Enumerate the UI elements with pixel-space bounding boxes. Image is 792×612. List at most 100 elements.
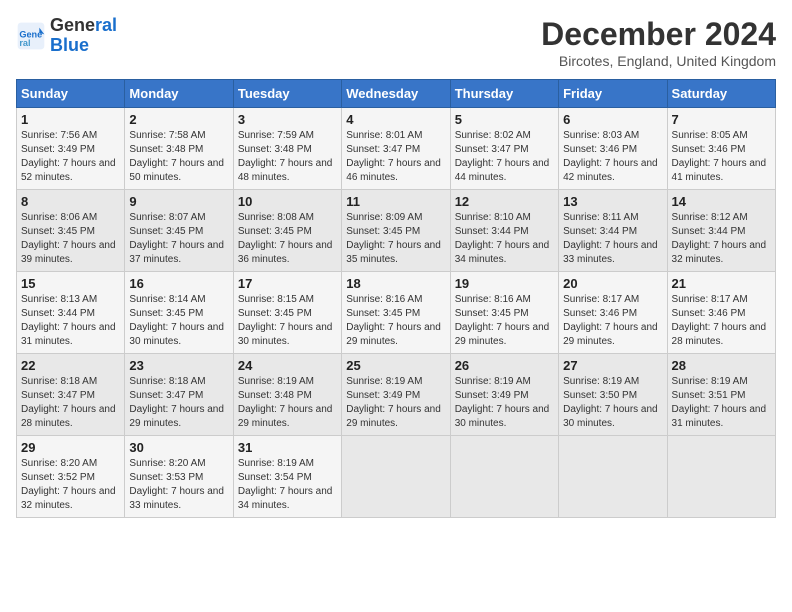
day-of-week-header: Monday <box>125 80 233 108</box>
calendar-week-row: 29 Sunrise: 8:20 AMSunset: 3:52 PMDayligh… <box>17 436 776 518</box>
calendar-week-row: 22 Sunrise: 8:18 AMSunset: 3:47 PMDayligh… <box>17 354 776 436</box>
day-number: 12 <box>455 194 554 209</box>
day-number: 9 <box>129 194 228 209</box>
day-detail: Sunrise: 7:56 AMSunset: 3:49 PMDaylight:… <box>21 130 116 183</box>
page-header: Gene ral General Blue December 2024 Birc… <box>16 16 776 69</box>
day-detail: Sunrise: 8:14 AMSunset: 3:45 PMDaylight:… <box>129 294 224 347</box>
calendar-day-cell: 3 Sunrise: 7:59 AMSunset: 3:48 PMDaylight… <box>233 108 341 190</box>
calendar-day-cell: 12 Sunrise: 8:10 AMSunset: 3:44 PMDayligh… <box>450 190 558 272</box>
day-detail: Sunrise: 8:03 AMSunset: 3:46 PMDaylight:… <box>563 130 658 183</box>
calendar-day-cell: 24 Sunrise: 8:19 AMSunset: 3:48 PMDayligh… <box>233 354 341 436</box>
day-detail: Sunrise: 8:07 AMSunset: 3:45 PMDaylight:… <box>129 212 224 265</box>
calendar-day-cell: 25Sunrise: 8:19 AMSunset: 3:49 PMDayligh… <box>342 354 450 436</box>
calendar-day-cell: 11Sunrise: 8:09 AMSunset: 3:45 PMDayligh… <box>342 190 450 272</box>
day-of-week-header: Tuesday <box>233 80 341 108</box>
day-detail: Sunrise: 8:19 AMSunset: 3:49 PMDaylight:… <box>346 376 441 429</box>
day-number: 7 <box>672 112 771 127</box>
day-detail: Sunrise: 8:19 AMSunset: 3:49 PMDaylight:… <box>455 376 550 429</box>
calendar-week-row: 1 Sunrise: 7:56 AMSunset: 3:49 PMDaylight… <box>17 108 776 190</box>
day-number: 20 <box>563 276 662 291</box>
day-detail: Sunrise: 8:10 AMSunset: 3:44 PMDaylight:… <box>455 212 550 265</box>
day-detail: Sunrise: 8:20 AMSunset: 3:52 PMDaylight:… <box>21 458 116 511</box>
day-number: 19 <box>455 276 554 291</box>
day-number: 30 <box>129 440 228 455</box>
day-number: 28 <box>672 358 771 373</box>
day-detail: Sunrise: 8:19 AMSunset: 3:48 PMDaylight:… <box>238 376 333 429</box>
calendar-day-cell: 26 Sunrise: 8:19 AMSunset: 3:49 PMDayligh… <box>450 354 558 436</box>
calendar-day-cell: 20 Sunrise: 8:17 AMSunset: 3:46 PMDayligh… <box>559 272 667 354</box>
title-block: December 2024 Bircotes, England, United … <box>541 16 776 69</box>
day-number: 16 <box>129 276 228 291</box>
calendar-table: SundayMondayTuesdayWednesdayThursdayFrid… <box>16 79 776 518</box>
calendar-day-cell: 15 Sunrise: 8:13 AMSunset: 3:44 PMDayligh… <box>17 272 125 354</box>
svg-text:ral: ral <box>19 38 30 48</box>
day-detail: Sunrise: 8:13 AMSunset: 3:44 PMDaylight:… <box>21 294 116 347</box>
calendar-body: 1 Sunrise: 7:56 AMSunset: 3:49 PMDaylight… <box>17 108 776 518</box>
day-number: 27 <box>563 358 662 373</box>
logo-icon: Gene ral <box>16 21 46 51</box>
day-detail: Sunrise: 8:16 AMSunset: 3:45 PMDaylight:… <box>455 294 550 347</box>
day-detail: Sunrise: 8:17 AMSunset: 3:46 PMDaylight:… <box>672 294 767 347</box>
calendar-day-cell: 28Sunrise: 8:19 AMSunset: 3:51 PMDayligh… <box>667 354 775 436</box>
day-of-week-header: Wednesday <box>342 80 450 108</box>
calendar-day-cell: 5 Sunrise: 8:02 AMSunset: 3:47 PMDaylight… <box>450 108 558 190</box>
calendar-week-row: 8 Sunrise: 8:06 AMSunset: 3:45 PMDaylight… <box>17 190 776 272</box>
calendar-day-cell: 13 Sunrise: 8:11 AMSunset: 3:44 PMDayligh… <box>559 190 667 272</box>
day-number: 23 <box>129 358 228 373</box>
day-detail: Sunrise: 8:20 AMSunset: 3:53 PMDaylight:… <box>129 458 224 511</box>
day-detail: Sunrise: 8:01 AMSunset: 3:47 PMDaylight:… <box>346 130 441 183</box>
month-title: December 2024 <box>541 16 776 53</box>
calendar-day-cell: 23 Sunrise: 8:18 AMSunset: 3:47 PMDayligh… <box>125 354 233 436</box>
day-number: 4 <box>346 112 445 127</box>
day-detail: Sunrise: 8:06 AMSunset: 3:45 PMDaylight:… <box>21 212 116 265</box>
day-detail: Sunrise: 8:17 AMSunset: 3:46 PMDaylight:… <box>563 294 658 347</box>
calendar-day-cell: 2Sunrise: 7:58 AMSunset: 3:48 PMDaylight… <box>125 108 233 190</box>
day-number: 29 <box>21 440 120 455</box>
calendar-day-cell: 1 Sunrise: 7:56 AMSunset: 3:49 PMDaylight… <box>17 108 125 190</box>
day-detail: Sunrise: 8:09 AMSunset: 3:45 PMDaylight:… <box>346 212 441 265</box>
day-of-week-header: Friday <box>559 80 667 108</box>
day-number: 24 <box>238 358 337 373</box>
location-subtitle: Bircotes, England, United Kingdom <box>541 53 776 69</box>
logo: Gene ral General Blue <box>16 16 117 56</box>
calendar-day-cell: 29 Sunrise: 8:20 AMSunset: 3:52 PMDayligh… <box>17 436 125 518</box>
day-number: 1 <box>21 112 120 127</box>
day-number: 31 <box>238 440 337 455</box>
day-number: 13 <box>563 194 662 209</box>
day-detail: Sunrise: 8:16 AMSunset: 3:45 PMDaylight:… <box>346 294 441 347</box>
day-detail: Sunrise: 7:59 AMSunset: 3:48 PMDaylight:… <box>238 130 333 183</box>
calendar-day-cell <box>559 436 667 518</box>
calendar-day-cell: 4 Sunrise: 8:01 AMSunset: 3:47 PMDaylight… <box>342 108 450 190</box>
calendar-day-cell: 6Sunrise: 8:03 AMSunset: 3:46 PMDaylight… <box>559 108 667 190</box>
day-number: 10 <box>238 194 337 209</box>
logo-subtext: Blue <box>50 36 117 56</box>
day-number: 3 <box>238 112 337 127</box>
calendar-day-cell: 8 Sunrise: 8:06 AMSunset: 3:45 PMDaylight… <box>17 190 125 272</box>
calendar-day-cell: 17Sunrise: 8:15 AMSunset: 3:45 PMDayligh… <box>233 272 341 354</box>
calendar-week-row: 15 Sunrise: 8:13 AMSunset: 3:44 PMDayligh… <box>17 272 776 354</box>
day-detail: Sunrise: 8:11 AMSunset: 3:44 PMDaylight:… <box>563 212 658 265</box>
day-number: 8 <box>21 194 120 209</box>
calendar-day-cell: 27Sunrise: 8:19 AMSunset: 3:50 PMDayligh… <box>559 354 667 436</box>
calendar-day-cell <box>667 436 775 518</box>
day-number: 22 <box>21 358 120 373</box>
calendar-day-cell: 16 Sunrise: 8:14 AMSunset: 3:45 PMDayligh… <box>125 272 233 354</box>
calendar-day-cell <box>450 436 558 518</box>
day-number: 15 <box>21 276 120 291</box>
day-of-week-header: Sunday <box>17 80 125 108</box>
calendar-day-cell: 31 Sunrise: 8:19 AMSunset: 3:54 PMDayligh… <box>233 436 341 518</box>
day-detail: Sunrise: 8:19 AMSunset: 3:54 PMDaylight:… <box>238 458 333 511</box>
day-number: 5 <box>455 112 554 127</box>
day-of-week-header: Thursday <box>450 80 558 108</box>
calendar-day-cell: 9 Sunrise: 8:07 AMSunset: 3:45 PMDaylight… <box>125 190 233 272</box>
day-detail: Sunrise: 8:18 AMSunset: 3:47 PMDaylight:… <box>21 376 116 429</box>
day-number: 17 <box>238 276 337 291</box>
day-number: 21 <box>672 276 771 291</box>
calendar-day-cell: 18 Sunrise: 8:16 AMSunset: 3:45 PMDayligh… <box>342 272 450 354</box>
day-detail: Sunrise: 8:18 AMSunset: 3:47 PMDaylight:… <box>129 376 224 429</box>
day-detail: Sunrise: 8:02 AMSunset: 3:47 PMDaylight:… <box>455 130 550 183</box>
day-number: 18 <box>346 276 445 291</box>
calendar-day-cell: 30 Sunrise: 8:20 AMSunset: 3:53 PMDayligh… <box>125 436 233 518</box>
calendar-day-cell: 14Sunrise: 8:12 AMSunset: 3:44 PMDayligh… <box>667 190 775 272</box>
day-number: 26 <box>455 358 554 373</box>
